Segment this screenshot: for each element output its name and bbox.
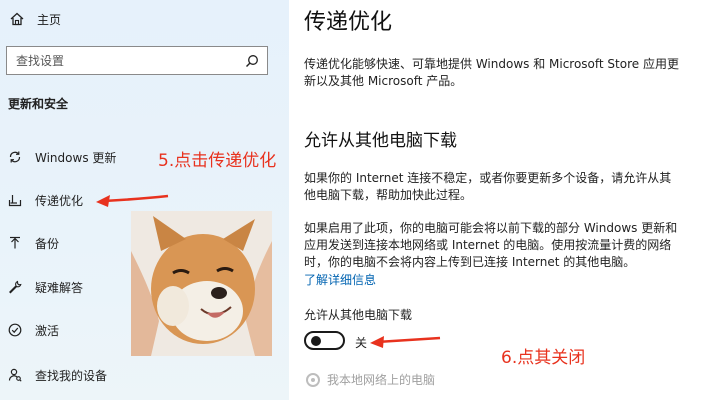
sidebar-item-label: 传递优化 — [35, 193, 84, 208]
home-label: 主页 — [37, 12, 62, 27]
radio-button[interactable] — [306, 372, 320, 387]
search-input[interactable]: 查找设置 — [6, 46, 268, 75]
person-locate-icon — [8, 368, 22, 382]
paragraph-line: 应用发送到连接本地网络或 Internet 的电脑。使用按流量计费的网络 — [304, 238, 672, 252]
page-title: 传递优化 — [304, 10, 393, 35]
sidebar-item-backup[interactable]: 备份 — [8, 232, 59, 254]
section-title: 更新和安全 — [8, 97, 69, 111]
sidebar-item-label: Windows 更新 — [35, 150, 117, 165]
annotation-step-5: 5.点击传递优化 — [158, 151, 277, 171]
allow-downloads-toggle[interactable] — [304, 331, 345, 350]
paragraph-details: 如果启用了此项，你的电脑可能会将以前下载的部分 Windows 更新和 应用发送… — [304, 220, 694, 271]
check-circle-icon — [8, 323, 22, 337]
sidebar-item-label: 查找我的设备 — [35, 368, 108, 383]
section-heading: 允许从其他电脑下载 — [304, 131, 457, 151]
sidebar-item-activation[interactable]: 激活 — [8, 319, 59, 341]
learn-more-link[interactable]: 了解详细信息 — [304, 271, 376, 288]
main-content: 传递优化 传递优化能够快速、可靠地提供 Windows 和 Microsoft … — [289, 0, 711, 400]
home-nav-item[interactable]: 主页 — [10, 9, 61, 29]
backup-icon — [8, 236, 22, 250]
paragraph-line: 如果启用了此项，你的电脑可能会将以前下载的部分 Windows 更新和 — [304, 221, 678, 235]
sidebar-item-find-my-device[interactable]: 查找我的设备 — [8, 364, 107, 386]
annotation-step-6: 6.点其关闭 — [501, 348, 586, 368]
local-network-radio-option[interactable]: 我本地网络上的电脑 — [306, 371, 435, 388]
toggle-state-label: 关 — [355, 336, 368, 350]
dog-meme-image — [131, 211, 272, 356]
sidebar-item-label: 疑难解答 — [35, 280, 84, 295]
delivery-icon — [8, 193, 22, 207]
description: 传递优化能够快速、可靠地提供 Windows 和 Microsoft Store… — [304, 56, 694, 90]
wrench-icon — [8, 280, 22, 294]
sidebar-item-troubleshoot[interactable]: 疑难解答 — [8, 276, 83, 298]
search-placeholder: 查找设置 — [16, 54, 65, 68]
radio-label: 我本地网络上的电脑 — [327, 373, 436, 387]
sync-icon — [8, 150, 22, 164]
description-line: 传递优化能够快速、可靠地提供 Windows 和 Microsoft Store… — [304, 57, 679, 71]
paragraph-explanation: 如果你的 Internet 连接不稳定，或者你要更新多个设备，请允许从其 他电脑… — [304, 170, 694, 204]
search-icon[interactable] — [245, 54, 259, 68]
sidebar-item-label: 备份 — [35, 236, 60, 251]
sidebar-item-label: 激活 — [35, 323, 60, 338]
sidebar-item-windows-update[interactable]: Windows 更新 — [8, 146, 116, 168]
sidebar-item-delivery-optimization[interactable]: 传递优化 — [8, 189, 83, 211]
toggle-label: 允许从其他电脑下载 — [304, 308, 413, 322]
description-line: 新以及其他 Microsoft 产品。 — [304, 74, 463, 88]
paragraph-line: 时，你的电脑不会将内容上传到已连接 Internet 的其他电脑。 — [304, 255, 636, 269]
paragraph-line: 如果你的 Internet 连接不稳定，或者你要更新多个设备，请允许从其 — [304, 171, 672, 185]
toggle-knob — [311, 336, 321, 346]
paragraph-line: 他电脑下载，帮助加快此过程。 — [304, 188, 473, 202]
home-icon — [10, 12, 24, 26]
